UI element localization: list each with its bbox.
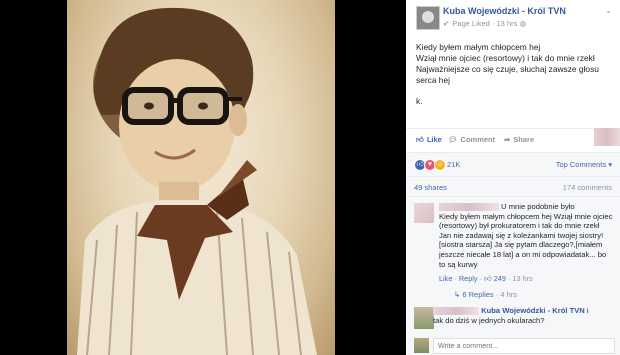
comment-reply-link[interactable]: Reply — [459, 274, 478, 283]
separator: · — [495, 290, 499, 299]
photo-viewer[interactable] — [0, 0, 406, 355]
comment-meta: Like · Reply · 👍︎ 249 · 13 hrs — [439, 274, 533, 283]
view-replies-link[interactable]: ↳ 6 Replies · 4 hrs — [454, 290, 517, 299]
haha-reaction-icon: ☺ — [434, 159, 446, 171]
comments-section: U mnie podobnie było Kiedy byłem małym c… — [406, 196, 620, 355]
comment-like-count[interactable]: 249 — [494, 274, 506, 283]
reply-mention-link[interactable]: Kuba Wojewódzki - Król TVN — [481, 306, 585, 315]
comment: U mnie podobnie było Kiedy byłem małym c… — [439, 202, 613, 269]
post-side-panel: Kuba Wojewódzki - Król TVN ✔ Page Liked ·… — [406, 0, 620, 355]
post-actions: 👍︎ Like 💬︎ Comment ➦ Share — [406, 128, 620, 149]
meta-separator: · — [491, 19, 495, 28]
page-liked-label[interactable]: Page Liked — [452, 19, 490, 28]
post-line: Kiedy byłem małym chłopcem hej — [416, 42, 541, 52]
post-line: Wziął mnie ojciec (resortowy) i tak do m… — [416, 53, 595, 63]
reply-arrow-icon: ↳ — [454, 290, 461, 299]
comment-label: Comment — [460, 135, 496, 144]
like-label: Like — [426, 135, 442, 144]
comment-composer[interactable] — [433, 338, 615, 354]
globe-icon: ◍ — [519, 19, 527, 28]
replies-time: 4 hrs — [500, 290, 518, 299]
comment-button[interactable]: 💬︎ Comment — [448, 135, 495, 144]
blurred-avatar — [594, 128, 620, 146]
post-text: Kiedy byłem małym chłopcem hej Wziął mni… — [416, 42, 612, 107]
share-label: Share — [513, 135, 535, 144]
blurred-commenter-name[interactable] — [439, 203, 499, 211]
reply-body: tak do dziś w jednych okularach? — [433, 315, 545, 325]
comment-time[interactable]: 13 hrs — [512, 274, 532, 283]
my-avatar — [414, 338, 429, 353]
commenter-avatar[interactable] — [414, 203, 434, 223]
post-meta: ✔ Page Liked · 13 hrs ◍ — [443, 19, 526, 28]
shares-link[interactable]: 49 shares — [414, 183, 447, 192]
reactions-bar: 👍︎ ♥ ☺ 21K Top Comments ▾ — [406, 152, 620, 177]
separator: · — [507, 274, 511, 283]
share-button[interactable]: ➦ Share — [504, 135, 534, 144]
page-name-link[interactable]: Kuba Wojewódzki - Król TVN — [443, 6, 566, 16]
chevron-down-icon[interactable]: ⌄ — [605, 6, 612, 15]
reaction-count[interactable]: 21K — [447, 160, 460, 169]
replies-label: 6 Replies — [462, 290, 494, 299]
page-liked-check-icon: ✔ — [443, 19, 450, 28]
comments-count: 174 comments — [562, 183, 612, 192]
shares-row: 49 shares 174 comments — [406, 176, 620, 197]
post-line: Najważniejsze co się czuje, słuchaj zaws… — [416, 64, 599, 85]
post-time[interactable]: 13 hrs — [497, 19, 518, 28]
reaction-icons[interactable]: 👍︎ ♥ ☺ — [414, 159, 446, 171]
reply-comment: Kuba Wojewódzki - Król TVN i tak do dziś… — [433, 306, 613, 325]
separator: · — [479, 274, 483, 283]
reply-suffix: i — [586, 306, 589, 315]
comment-body: Kiedy byłem małym chłopcem hej Wziął mni… — [439, 211, 613, 269]
like-button[interactable]: 👍︎ Like — [416, 135, 442, 145]
share-arrow-icon: ➦ — [504, 135, 511, 144]
post-header: Kuba Wojewódzki - Król TVN ✔ Page Liked ·… — [406, 0, 620, 32]
blurred-replier-name[interactable] — [433, 307, 479, 315]
page-avatar[interactable] — [416, 6, 440, 30]
replier-avatar[interactable] — [414, 307, 434, 329]
post-photo[interactable] — [67, 0, 335, 355]
separator: · — [454, 274, 457, 283]
speech-bubble-icon: 💬︎ — [448, 135, 458, 144]
comment-like-icon: 👍︎ — [484, 274, 492, 283]
post-signature: k. — [416, 96, 423, 106]
comment-like-link[interactable]: Like — [439, 274, 452, 283]
boy-with-glasses-illustration — [77, 7, 317, 355]
comment-first-line: U mnie podobnie było — [501, 202, 575, 211]
comment-input[interactable] — [434, 339, 612, 351]
top-comments-dropdown[interactable]: Top Comments ▾ — [556, 160, 612, 169]
thumbs-up-icon: 👍︎ — [416, 135, 424, 144]
